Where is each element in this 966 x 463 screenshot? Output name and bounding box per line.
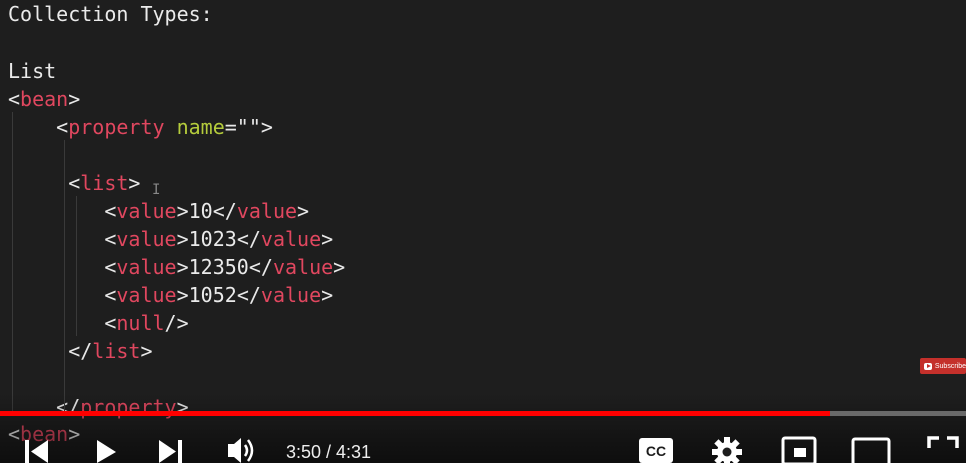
miniplayer-icon[interactable] xyxy=(781,434,817,463)
code-token: < xyxy=(8,255,117,279)
code-token: value xyxy=(260,283,322,307)
subscribe-label: Subscribe xyxy=(934,362,966,370)
code-token: 1052 xyxy=(188,283,237,307)
code-token: > xyxy=(176,227,189,251)
code-token: < xyxy=(8,171,81,195)
code-token: =""> xyxy=(224,115,273,139)
code-token: List xyxy=(8,59,57,83)
code-token: </ xyxy=(236,283,261,307)
code-line: <null/> xyxy=(8,309,189,337)
progress-bar[interactable] xyxy=(0,411,966,416)
code-token: value xyxy=(116,255,177,279)
code-token: < xyxy=(8,283,117,307)
code-token: > xyxy=(140,339,153,363)
code-token: bean xyxy=(20,87,69,111)
code-line: Collection Types: xyxy=(8,0,213,28)
code-token: > xyxy=(68,87,81,111)
fullscreen-icon[interactable] xyxy=(926,434,960,463)
code-token: 1023 xyxy=(188,227,237,251)
code-line: <bean> xyxy=(8,85,80,113)
code-token: value xyxy=(272,255,334,279)
code-token: > xyxy=(176,199,189,223)
code-token: > xyxy=(297,199,310,223)
previous-icon[interactable] xyxy=(22,434,50,463)
code-token: > xyxy=(321,283,334,307)
code-token: Collection Types: xyxy=(8,2,213,26)
code-token: > xyxy=(176,283,189,307)
code-token: < xyxy=(8,311,117,335)
code-token: value xyxy=(260,227,322,251)
code-token: list xyxy=(80,171,129,195)
progress-played xyxy=(0,411,830,416)
indent-guide xyxy=(12,112,13,412)
code-token: > xyxy=(176,255,189,279)
theater-icon[interactable] xyxy=(851,434,891,463)
code-token: </ xyxy=(8,339,93,363)
code-token: value xyxy=(116,227,177,251)
code-token: null xyxy=(116,311,165,335)
player-controls: 3:50 / 4:31 CC xyxy=(0,434,966,463)
text-cursor-icon: I xyxy=(152,182,161,198)
code-line: <value>12350</value> xyxy=(8,253,345,281)
code-token: /> xyxy=(164,311,189,335)
code-token: < xyxy=(8,87,21,111)
subscribe-watermark-button[interactable]: Subscribe xyxy=(920,358,966,374)
code-line: <value>1052</value> xyxy=(8,281,333,309)
code-token: value xyxy=(116,283,177,307)
code-token: name xyxy=(176,115,225,139)
time-display: 3:50 / 4:31 xyxy=(286,442,372,462)
code-token: list xyxy=(92,339,141,363)
code-line: List xyxy=(8,57,56,85)
code-token: 12350 xyxy=(188,255,249,279)
code-token: > xyxy=(333,255,346,279)
captions-icon[interactable]: CC xyxy=(638,434,674,463)
code-token: > xyxy=(321,227,334,251)
code-line: <property name=""> xyxy=(8,113,273,141)
video-player[interactable]: Collection Types: List <bean> <property na… xyxy=(0,0,966,463)
indent-guide xyxy=(64,140,65,412)
code-token: property xyxy=(68,115,165,139)
gear-icon[interactable] xyxy=(711,434,743,463)
volume-icon[interactable] xyxy=(226,434,260,463)
youtube-logo-icon xyxy=(924,362,932,370)
code-token: 10 xyxy=(188,199,213,223)
code-line: <value>1023</value> xyxy=(8,225,333,253)
code-token: < xyxy=(8,227,117,251)
code-line: </list> xyxy=(8,337,153,365)
next-icon[interactable] xyxy=(157,434,185,463)
code-token: </ xyxy=(236,227,261,251)
code-token: < xyxy=(8,199,117,223)
captions-label: CC xyxy=(646,443,666,459)
code-token: </ xyxy=(248,255,273,279)
code-token: </ xyxy=(212,199,237,223)
code-token: < xyxy=(8,115,69,139)
code-line: <value>10</value> xyxy=(8,197,309,225)
play-icon[interactable] xyxy=(94,434,120,463)
code-token: value xyxy=(116,199,177,223)
indent-guide xyxy=(76,196,77,336)
code-line: <list> xyxy=(8,169,140,197)
code-token: > xyxy=(128,171,141,195)
code-token: value xyxy=(236,199,298,223)
